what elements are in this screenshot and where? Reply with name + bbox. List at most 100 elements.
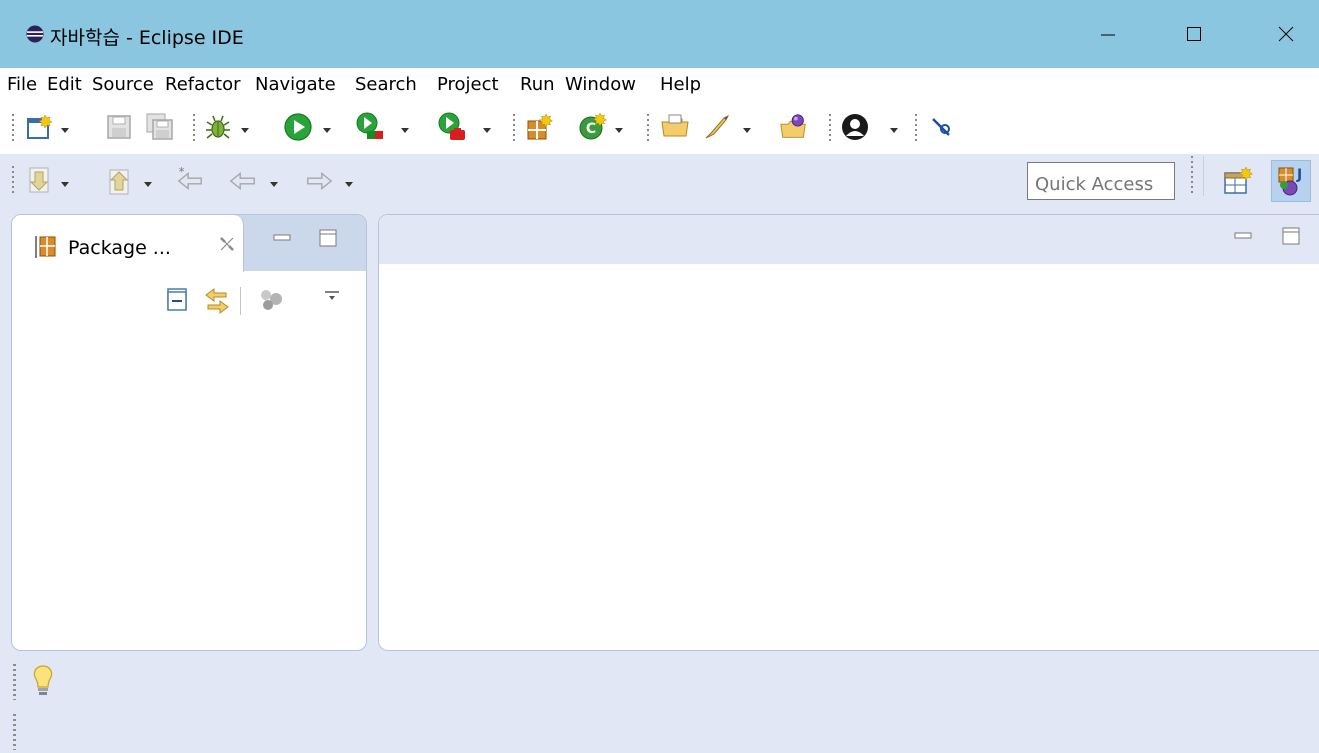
menu-run[interactable]: Run <box>520 74 555 95</box>
save-button[interactable] <box>104 112 134 142</box>
save-icon <box>107 115 131 139</box>
search-button[interactable] <box>779 112 809 142</box>
trim-grip[interactable] <box>13 664 16 700</box>
toolbar-separator <box>240 287 241 315</box>
window-title: 자바학습 - Eclipse IDE <box>50 27 244 49</box>
maximize-icon <box>1187 27 1201 41</box>
back-icon <box>229 172 255 190</box>
previous-annotation-button[interactable] <box>104 166 134 196</box>
forward-button[interactable] <box>304 166 334 196</box>
toolbar-separator <box>915 114 917 144</box>
menu-edit[interactable]: Edit <box>47 74 82 95</box>
menu-source[interactable]: Source <box>92 74 154 95</box>
open-task-dropdown[interactable] <box>742 126 752 134</box>
editor-tab-bar <box>379 215 1319 264</box>
run-last-tool-dropdown[interactable] <box>482 126 492 134</box>
maximize-button[interactable] <box>1176 16 1212 52</box>
toolbar-separator <box>829 114 831 144</box>
package-explorer-view: Package ... <box>11 214 367 651</box>
coverage-dropdown[interactable] <box>400 126 410 134</box>
collapse-all-icon[interactable] <box>164 285 190 315</box>
java-perspective-button[interactable]: J <box>1271 160 1311 202</box>
svg-text:J: J <box>1296 167 1302 183</box>
toolbar-grip[interactable] <box>12 166 14 196</box>
toolbar-separator <box>513 114 515 144</box>
previous-annotation-icon <box>109 169 129 195</box>
coverage-button[interactable] <box>355 112 385 142</box>
back-dropdown[interactable] <box>269 180 279 188</box>
menu-search[interactable]: Search <box>355 74 417 95</box>
minimize-icon <box>1101 34 1115 36</box>
new-wizard-icon <box>27 114 53 139</box>
view-menu-icon[interactable] <box>322 287 342 307</box>
debug-dropdown[interactable] <box>240 126 250 134</box>
toggle-breakpoints-button[interactable] <box>926 112 956 142</box>
package-explorer-icon <box>35 236 56 258</box>
run-dropdown[interactable] <box>322 126 332 134</box>
maximize-icon[interactable] <box>1281 226 1301 246</box>
user-dropdown[interactable] <box>889 126 899 134</box>
menu-file[interactable]: File <box>7 74 37 95</box>
last-edit-location-button[interactable]: * <box>175 166 205 196</box>
open-perspective-icon <box>1224 166 1253 194</box>
status-trim <box>0 652 1319 753</box>
menu-help[interactable]: Help <box>660 74 701 95</box>
previous-annotation-dropdown[interactable] <box>143 180 153 188</box>
new-wizard-button[interactable] <box>24 112 54 142</box>
debug-button[interactable] <box>203 112 233 142</box>
title-bar: 자바학습 - Eclipse IDE <box>0 0 1319 68</box>
main-toolbar: C <box>0 104 1319 154</box>
minimize-icon[interactable] <box>272 228 292 248</box>
maximize-icon[interactable] <box>318 228 338 248</box>
tab-label: Package ... <box>68 237 171 259</box>
run-last-tool-button[interactable] <box>437 112 467 142</box>
open-task-button[interactable] <box>702 112 732 142</box>
view-tab-bar: Package ... <box>12 215 366 272</box>
menu-refactor[interactable]: Refactor <box>165 74 241 95</box>
svg-text:C: C <box>586 121 596 137</box>
menu-navigate[interactable]: Navigate <box>255 74 336 95</box>
close-button[interactable] <box>1268 16 1304 52</box>
open-task-icon <box>705 114 730 139</box>
new-java-package-icon <box>527 113 553 140</box>
eclipse-icon <box>26 25 44 43</box>
next-annotation-button[interactable] <box>24 166 54 196</box>
user-button[interactable] <box>840 112 870 142</box>
toolbar-grip[interactable] <box>12 114 14 144</box>
menu-project[interactable]: Project <box>437 74 499 95</box>
debug-icon <box>206 115 230 139</box>
toolbar-separator <box>193 114 195 144</box>
new-java-class-icon: C <box>579 112 608 140</box>
new-java-class-dropdown[interactable] <box>614 126 624 134</box>
menu-window[interactable]: Window <box>565 74 636 95</box>
new-java-class-button[interactable]: C <box>578 112 608 142</box>
quick-access-input[interactable] <box>1027 162 1175 200</box>
toolbar-separator <box>1203 156 1204 196</box>
new-java-package-button[interactable] <box>524 112 554 142</box>
minimize-button[interactable] <box>1090 16 1126 52</box>
forward-dropdown[interactable] <box>344 180 354 188</box>
svg-text:*: * <box>179 166 185 178</box>
minimize-icon[interactable] <box>1233 226 1253 246</box>
forward-icon <box>307 172 333 190</box>
last-edit-location-icon: * <box>177 166 202 190</box>
run-icon <box>284 113 312 141</box>
back-button[interactable] <box>228 166 258 196</box>
link-with-editor-icon[interactable] <box>202 285 232 317</box>
editor-area <box>378 214 1319 651</box>
open-perspective-button[interactable] <box>1218 160 1258 202</box>
save-all-button[interactable] <box>145 112 175 142</box>
close-icon[interactable] <box>218 235 236 253</box>
java-perspective-icon: J <box>1278 167 1302 196</box>
open-type-button[interactable] <box>660 112 690 142</box>
tab-package-explorer[interactable]: Package ... <box>12 215 244 272</box>
run-button[interactable] <box>283 112 313 142</box>
next-annotation-dropdown[interactable] <box>60 180 70 188</box>
toolbar-separator <box>1191 156 1193 196</box>
open-type-icon <box>661 114 689 137</box>
close-icon <box>1278 26 1294 42</box>
lightbulb-icon[interactable] <box>30 664 56 698</box>
new-wizard-dropdown[interactable] <box>60 126 70 134</box>
focus-on-active-task-icon[interactable] <box>256 285 286 315</box>
trim-grip[interactable] <box>13 714 16 750</box>
